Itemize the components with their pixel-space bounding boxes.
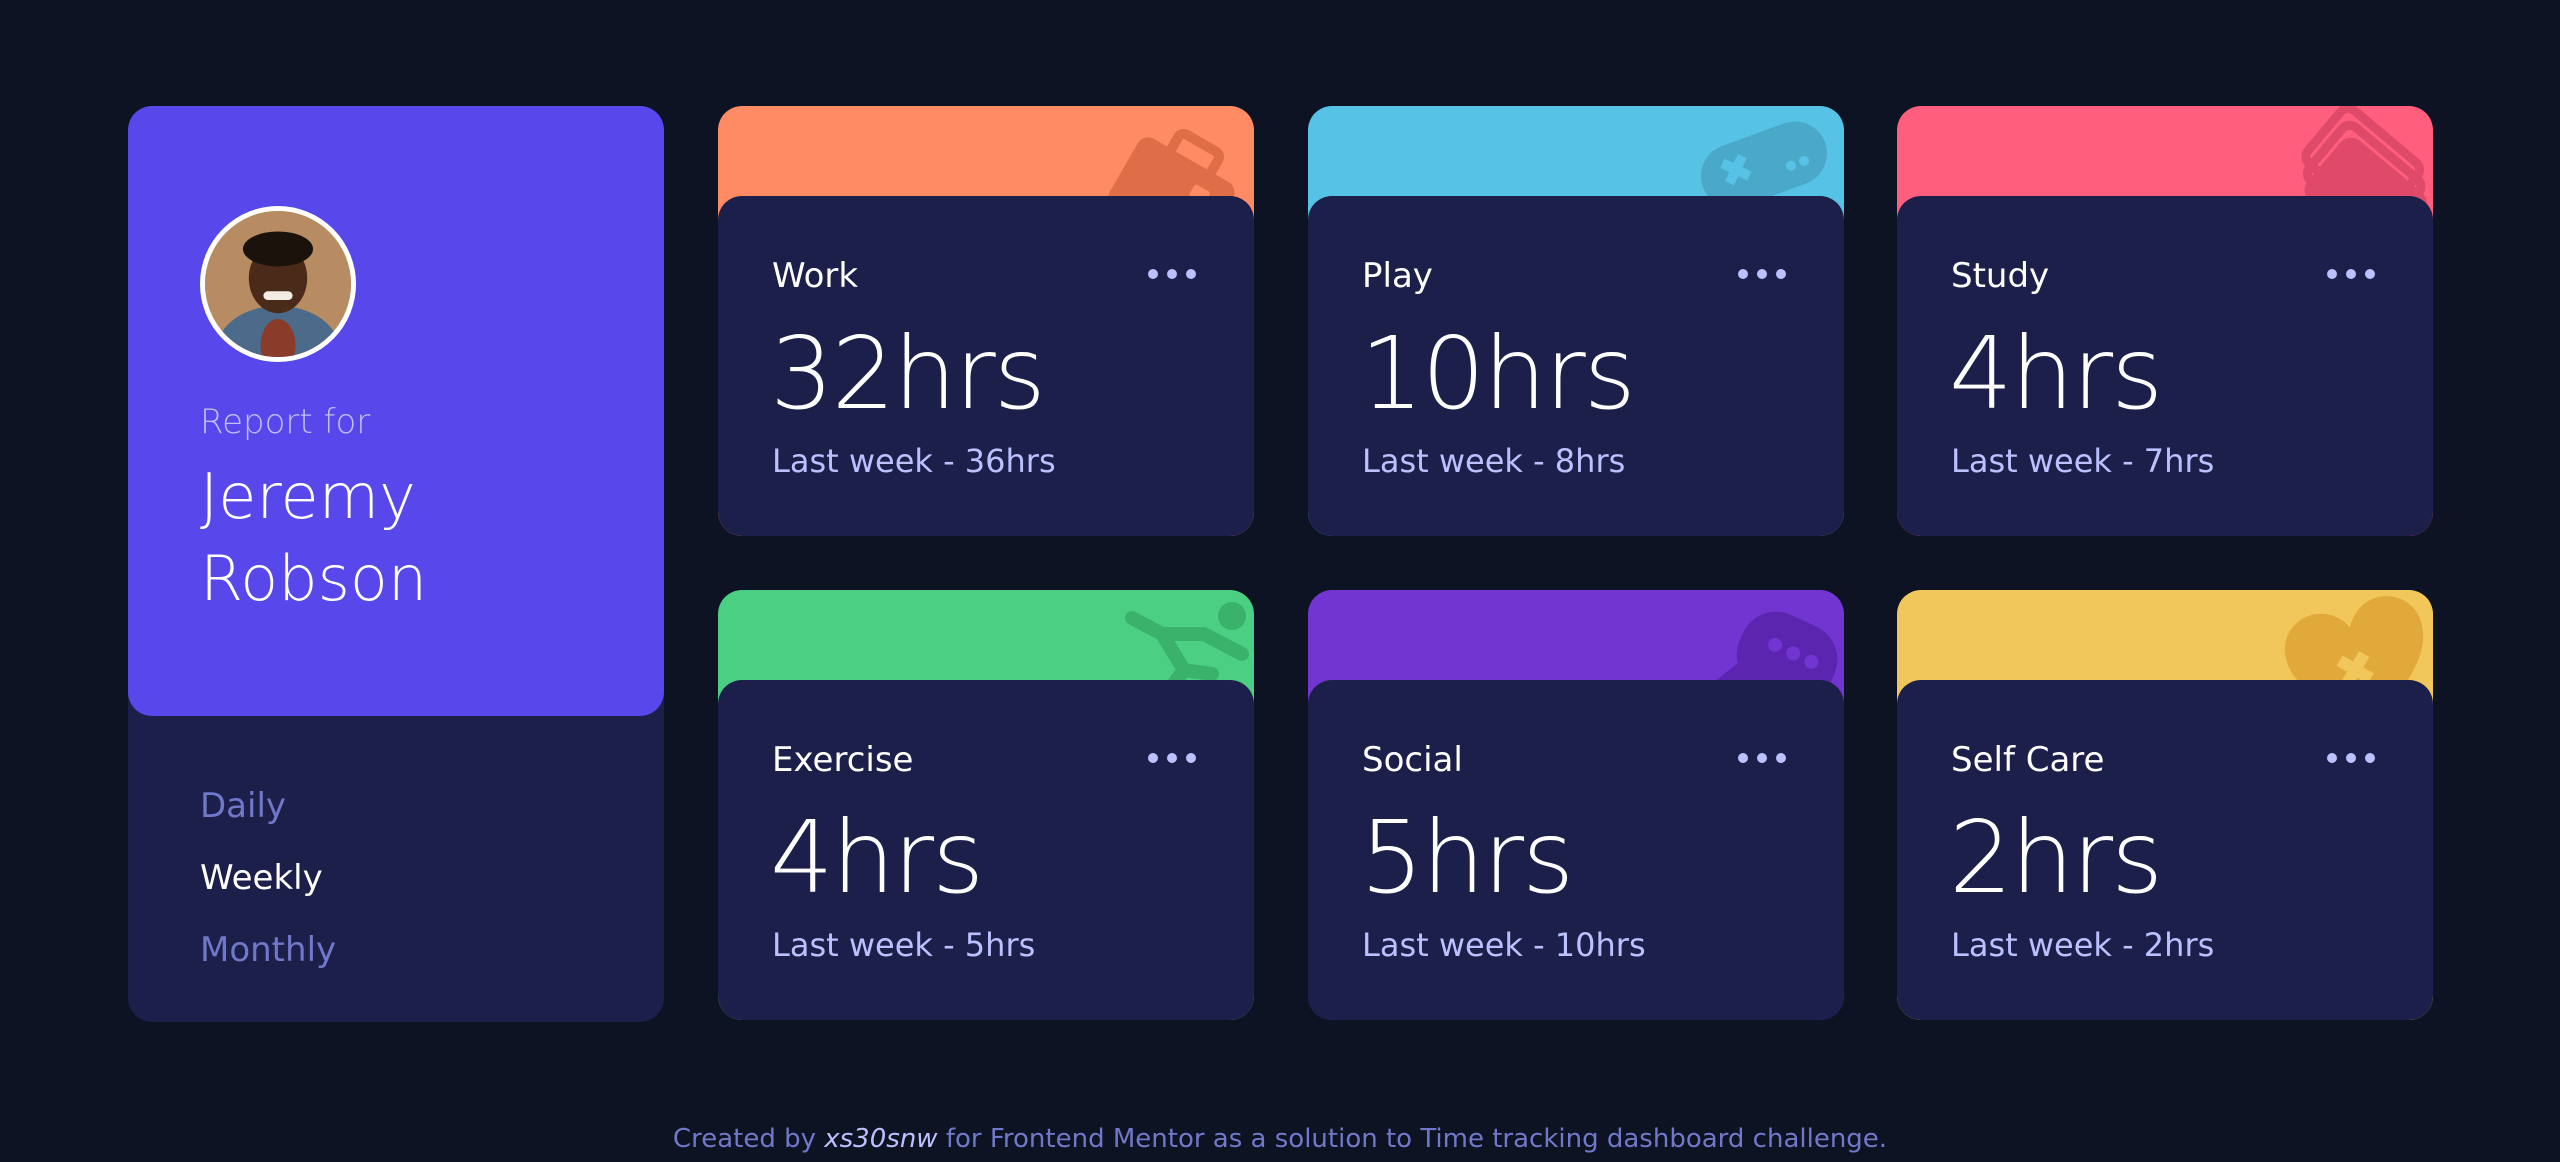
activity-title: Play [1362,256,1433,296]
report-for-label: Report for [200,402,371,442]
ellipsis-dot-icon [1148,753,1158,763]
period-menu: Daily Weekly Monthly [200,770,336,986]
ellipsis-dot-icon [1776,753,1786,763]
more-options-button[interactable] [2319,256,2383,292]
activity-card-social: Social 5hrs Last week - 10hrs [1308,590,1844,1020]
more-options-button[interactable] [1140,256,1204,292]
previous-hours: Last week - 36hrs [772,442,1056,480]
period-daily[interactable]: Daily [200,770,336,842]
previous-hours: Last week - 8hrs [1362,442,1626,480]
ellipsis-dot-icon [1167,269,1177,279]
activity-title: Study [1951,256,2050,296]
previous-hours: Last week - 10hrs [1362,926,1646,964]
more-options-button[interactable] [1730,740,1794,776]
ellipsis-dot-icon [1186,753,1196,763]
ellipsis-dot-icon [1738,753,1748,763]
activity-title: Social [1362,740,1463,780]
previous-hours: Last week - 2hrs [1951,926,2215,964]
activity-panel[interactable]: Study 4hrs Last week - 7hrs [1897,196,2433,536]
period-weekly[interactable]: Weekly [200,842,336,914]
ellipsis-dot-icon [1757,753,1767,763]
ellipsis-dot-icon [2365,269,2375,279]
attribution-footer: Created by xs30snw for Frontend Mentor a… [0,1124,2560,1154]
footer-author-link[interactable]: xs30snw [824,1124,937,1154]
more-options-button[interactable] [2319,740,2383,776]
previous-hours: Last week - 7hrs [1951,442,2215,480]
activity-card-work: Work 32hrs Last week - 36hrs [718,106,1254,536]
ellipsis-dot-icon [1186,269,1196,279]
activity-card-study: Study 4hrs Last week - 7hrs [1897,106,2433,536]
user-name: Jeremy Robson [200,456,620,620]
activity-card-self-care: Self Care 2hrs Last week - 2hrs [1897,590,2433,1020]
activity-title: Exercise [772,740,914,780]
footer-prefix: Created by [672,1124,825,1154]
current-hours: 2hrs [1949,799,2163,916]
period-monthly[interactable]: Monthly [200,914,336,986]
more-options-button[interactable] [1140,740,1204,776]
activity-title: Self Care [1951,740,2105,780]
dashboard: Report for Jeremy Robson Daily Weekly Mo… [0,0,2560,1162]
activity-panel[interactable]: Social 5hrs Last week - 10hrs [1308,680,1844,1020]
activity-card-play: Play 10hrs Last week - 8hrs [1308,106,1844,536]
previous-hours: Last week - 5hrs [772,926,1036,964]
activity-title: Work [772,256,859,296]
ellipsis-dot-icon [2346,753,2356,763]
avatar [200,206,356,362]
ellipsis-dot-icon [2346,269,2356,279]
profile-header: Report for Jeremy Robson [128,106,664,716]
ellipsis-dot-icon [2327,269,2337,279]
current-hours: 4hrs [770,799,984,916]
current-hours: 5hrs [1360,799,1574,916]
profile-card: Report for Jeremy Robson Daily Weekly Mo… [128,106,664,1022]
more-options-button[interactable] [1730,256,1794,292]
user-first-name: Jeremy [200,460,416,533]
activity-panel[interactable]: Self Care 2hrs Last week - 2hrs [1897,680,2433,1020]
activity-panel[interactable]: Play 10hrs Last week - 8hrs [1308,196,1844,536]
avatar-image [205,211,351,357]
ellipsis-dot-icon [1148,269,1158,279]
footer-suffix: for Frontend Mentor as a solution to Tim… [937,1124,1888,1154]
ellipsis-dot-icon [2365,753,2375,763]
activity-panel[interactable]: Exercise 4hrs Last week - 5hrs [718,680,1254,1020]
user-last-name: Robson [200,542,428,615]
ellipsis-dot-icon [1757,269,1767,279]
ellipsis-dot-icon [1738,269,1748,279]
ellipsis-dot-icon [1776,269,1786,279]
current-hours: 10hrs [1360,315,1636,432]
current-hours: 4hrs [1949,315,2163,432]
current-hours: 32hrs [770,315,1046,432]
activity-card-exercise: Exercise 4hrs Last week - 5hrs [718,590,1254,1020]
activity-panel[interactable]: Work 32hrs Last week - 36hrs [718,196,1254,536]
ellipsis-dot-icon [1167,753,1177,763]
ellipsis-dot-icon [2327,753,2337,763]
